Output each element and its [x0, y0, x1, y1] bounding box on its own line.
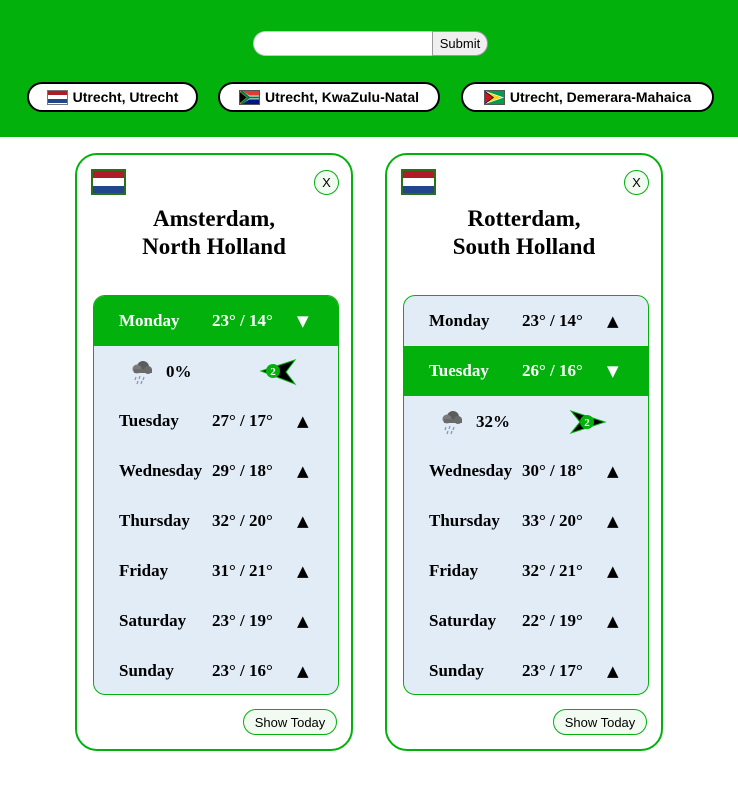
city-name: Amsterdam,: [153, 206, 275, 231]
netherlands-flag-icon: [91, 169, 126, 195]
expand-arrow-icon[interactable]: ▲: [607, 662, 619, 680]
expand-arrow-icon[interactable]: ▲: [297, 462, 309, 480]
day-row-thursday[interactable]: Thursday 32° / 20° ▲: [94, 496, 338, 546]
day-temperature: 29° / 18°: [212, 461, 273, 480]
weather-card-rotterdam: X Rotterdam, South Holland Monday 23° / …: [385, 153, 663, 751]
day-temperature: 33° / 20°: [522, 511, 583, 530]
precipitation-chance: 0%: [166, 362, 192, 381]
day-row-saturday[interactable]: Saturday 23° / 19° ▲: [94, 596, 338, 646]
day-temperature: 23° / 17°: [522, 661, 583, 680]
day-temperature: 23° / 14°: [522, 311, 583, 330]
city-name: Rotterdam,: [467, 206, 581, 231]
search-input[interactable]: [253, 31, 433, 56]
day-name: Thursday: [429, 511, 500, 530]
wind-direction-icon: 2: [259, 359, 297, 386]
rain-cloud-icon: [442, 411, 462, 435]
day-name: Saturday: [429, 611, 497, 630]
location-button-utrecht-demerara-mahaica[interactable]: Utrecht, Demerara-Mahaica: [461, 82, 714, 112]
day-temperature: 27° / 17°: [212, 411, 273, 430]
day-temperature: 26° / 16°: [522, 361, 583, 380]
day-name: Tuesday: [119, 411, 179, 430]
region-name: South Holland: [452, 234, 596, 259]
expand-arrow-icon[interactable]: ▲: [297, 562, 309, 580]
submit-button[interactable]: Submit: [432, 31, 488, 56]
day-name: Saturday: [119, 611, 187, 630]
wind-speed: 2: [584, 417, 590, 429]
city-title: Rotterdam, South Holland: [387, 205, 661, 261]
day-name: Thursday: [119, 511, 190, 530]
day-temperature: 31° / 21°: [212, 561, 273, 580]
day-name: Sunday: [429, 661, 484, 680]
day-temperature: 32° / 21°: [522, 561, 583, 580]
day-row-thursday[interactable]: Thursday 33° / 20° ▲: [404, 496, 648, 546]
close-button[interactable]: X: [624, 170, 649, 195]
forecast-list: Monday 23° / 14° ▲ Tuesday 26° / 16° ▼ 3…: [403, 295, 649, 695]
day-temperature: 23° / 14°: [212, 311, 273, 330]
day-temperature: 30° / 18°: [522, 461, 583, 480]
location-button-utrecht-utrecht[interactable]: Utrecht, Utrecht: [27, 82, 198, 112]
day-row-wednesday[interactable]: Wednesday 30° / 18° ▲: [404, 446, 648, 496]
day-row-monday[interactable]: Monday 23° / 14° ▼: [94, 296, 338, 346]
weather-card-amsterdam: X Amsterdam, North Holland Monday 23° / …: [75, 153, 353, 751]
day-name: Monday: [119, 311, 180, 330]
expand-arrow-icon[interactable]: ▲: [607, 312, 619, 330]
expand-arrow-icon[interactable]: ▲: [607, 562, 619, 580]
day-name: Wednesday: [119, 461, 203, 480]
location-label: Utrecht, Utrecht: [72, 89, 179, 105]
day-temperature: 23° / 19°: [212, 611, 273, 630]
expand-arrow-icon[interactable]: ▲: [297, 412, 309, 430]
day-name: Friday: [119, 561, 169, 580]
netherlands-flag-icon: [46, 89, 68, 105]
expand-arrow-icon[interactable]: ▲: [607, 462, 619, 480]
wind-direction-icon: 2: [569, 410, 607, 434]
rain-cloud-icon: [132, 361, 152, 385]
collapse-arrow-icon[interactable]: ▼: [297, 312, 309, 330]
precipitation-chance: 32%: [476, 412, 510, 431]
forecast-list: Monday 23° / 14° ▼ 0% 2 Tuesday 27° / 17…: [93, 295, 339, 695]
day-temperature: 22° / 19°: [522, 611, 583, 630]
day-row-sunday[interactable]: Sunday 23° / 17° ▲: [404, 646, 648, 694]
location-label: Utrecht, Demerara-Mahaica: [509, 89, 692, 105]
day-temperature: 32° / 20°: [212, 511, 273, 530]
show-today-button[interactable]: Show Today: [553, 709, 647, 735]
day-name: Wednesday: [429, 461, 513, 480]
day-row-sunday[interactable]: Sunday 23° / 16° ▲: [94, 646, 338, 694]
day-row-monday[interactable]: Monday 23° / 14° ▲: [404, 296, 648, 346]
expand-arrow-icon[interactable]: ▲: [607, 612, 619, 630]
expand-arrow-icon[interactable]: ▲: [607, 512, 619, 530]
netherlands-flag-icon: [401, 169, 436, 195]
close-button[interactable]: X: [314, 170, 339, 195]
expand-arrow-icon[interactable]: ▲: [297, 662, 309, 680]
search-header: Submit Utrecht, Utrecht Utrecht, KwaZulu…: [0, 0, 738, 137]
day-detail: 32% 2: [404, 396, 648, 446]
day-temperature: 23° / 16°: [212, 661, 273, 680]
day-row-friday[interactable]: Friday 32° / 21° ▲: [404, 546, 648, 596]
day-row-wednesday[interactable]: Wednesday 29° / 18° ▲: [94, 446, 338, 496]
day-name: Monday: [429, 311, 490, 330]
show-today-button[interactable]: Show Today: [243, 709, 337, 735]
day-detail: 0% 2: [94, 346, 338, 396]
collapse-arrow-icon[interactable]: ▼: [607, 362, 619, 380]
region-name: North Holland: [142, 234, 286, 259]
day-row-saturday[interactable]: Saturday 22° / 19° ▲: [404, 596, 648, 646]
guyana-flag-icon: [483, 89, 505, 105]
location-label: Utrecht, KwaZulu-Natal: [264, 89, 419, 105]
location-button-utrecht-kwazulu-natal[interactable]: Utrecht, KwaZulu-Natal: [218, 82, 440, 112]
expand-arrow-icon[interactable]: ▲: [297, 512, 309, 530]
expand-arrow-icon[interactable]: ▲: [297, 612, 309, 630]
day-name: Tuesday: [429, 361, 489, 380]
day-row-tuesday[interactable]: Tuesday 27° / 17° ▲: [94, 396, 338, 446]
day-row-friday[interactable]: Friday 31° / 21° ▲: [94, 546, 338, 596]
day-row-tuesday[interactable]: Tuesday 26° / 16° ▼: [404, 346, 648, 396]
day-name: Friday: [429, 561, 479, 580]
south-africa-flag-icon: [238, 89, 260, 105]
city-title: Amsterdam, North Holland: [77, 205, 351, 261]
day-name: Sunday: [119, 661, 174, 680]
wind-speed: 2: [270, 366, 276, 378]
